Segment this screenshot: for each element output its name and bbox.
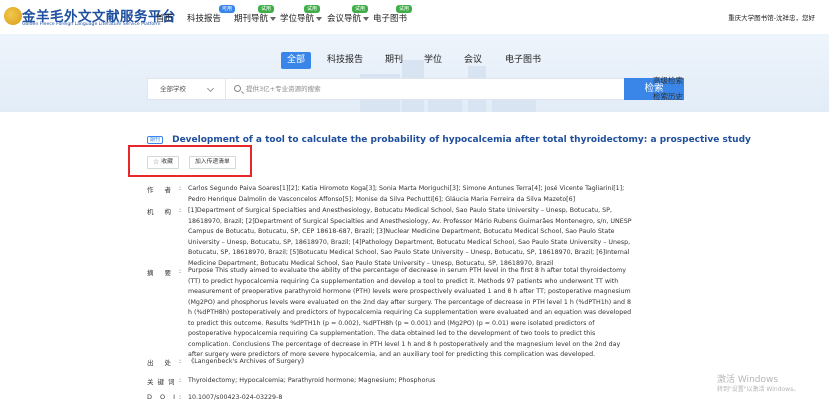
label-colon: : [179, 393, 182, 401]
label-colon: : [179, 206, 182, 214]
scope-value: 全部学校 [160, 85, 186, 93]
add-to-delivery-list-button[interactable]: 加入传递清单 [189, 156, 236, 169]
action-buttons-highlight: ☆ 收藏 加入传递清单 [128, 145, 252, 177]
source-value: 《Langenbeck's Archives of Surgery》 [188, 358, 308, 365]
nav-tech-report[interactable]: 科技报告 [187, 12, 221, 24]
label-colon: : [179, 376, 182, 384]
institutions-label: 机构 [147, 208, 182, 216]
label-colon: : [179, 357, 182, 365]
institutions-value: [1]Department of Surgical Specialties an… [188, 207, 632, 267]
search-banner: 全部 科技报告 期刊 学位 会议 电子图书 全部学校 检索 高级检索 检索历史 [0, 34, 829, 112]
nav-conference-guide[interactable]: 会议导航 [327, 12, 370, 24]
nav-degree-guide[interactable]: 学位导航 [280, 12, 323, 24]
logo-subtitle: Golden Fleece Foreign Language Literatur… [22, 22, 161, 27]
windows-activation-hint: 转到"设置"以激活 Windows。 [717, 386, 800, 393]
golden-fleece-icon [4, 7, 22, 25]
tab-tech-report[interactable]: 科技报告 [321, 52, 369, 69]
search-bar: 全部学校 检索 [147, 78, 684, 100]
nav-label: 会议导航 [327, 14, 362, 24]
authors-value: Carlos Segundo Paiva Soares[1][2]; Katia… [188, 185, 625, 203]
nav-badge-report: 可用 [219, 5, 236, 13]
abstract-value: Purpose This study aimed to evaluate the… [188, 267, 632, 358]
chevron-down-icon [270, 16, 277, 21]
tab-degree[interactable]: 学位 [418, 52, 448, 69]
nav-label: 期刊导航 [234, 14, 269, 24]
authors-label: 作者 [147, 186, 182, 194]
user-greeting[interactable]: 重庆大学图书馆-沈祥忠，您好 [728, 12, 815, 22]
nav-ebooks[interactable]: 电子图书 [373, 12, 407, 24]
article-type-badge: 期刊 [147, 135, 164, 144]
chevron-down-icon [363, 16, 370, 21]
nav-label: 科技报告 [187, 14, 222, 24]
label-colon: : [179, 267, 182, 275]
top-nav-bar: 金羊毛外文文献服务平台 Golden Fleece Foreign Langua… [0, 0, 829, 34]
tab-all[interactable]: 全部 [281, 52, 312, 69]
article-title: Development of a tool to calculate the p… [172, 134, 751, 145]
nav-journal-guide[interactable]: 期刊导航 [234, 12, 277, 24]
tab-ebook[interactable]: 电子图书 [499, 52, 547, 69]
abstract-label: 摘要 [147, 269, 182, 277]
article-title-row: 期刊 Development of a tool to calculate th… [147, 129, 817, 145]
star-icon: ☆ [153, 158, 160, 166]
keywords-label: 关键词 [147, 378, 179, 386]
nav-home[interactable]: 首页 [156, 12, 173, 24]
chevron-down-icon [206, 84, 215, 93]
favorite-label: 收藏 [161, 159, 173, 165]
label-colon: : [179, 184, 182, 192]
doi-value[interactable]: 10.1007/s00423-024-03229-8 [188, 393, 632, 402]
site-logo[interactable]: 金羊毛外文文献服务平台 Golden Fleece Foreign Langua… [4, 4, 176, 30]
search-icon [234, 85, 241, 92]
source-label: 出处 [147, 359, 182, 367]
chevron-down-icon [316, 16, 323, 21]
search-input[interactable] [246, 79, 582, 99]
favorite-button[interactable]: ☆ 收藏 [147, 156, 179, 169]
nav-label: 学位导航 [280, 14, 315, 24]
search-history-link[interactable]: 检索历史 [653, 91, 683, 102]
tab-conference[interactable]: 会议 [458, 52, 488, 69]
keywords-value: Thyroidectomy; Hypocalcemia; Parathyroid… [188, 377, 436, 384]
school-scope-select[interactable]: 全部学校 [148, 79, 226, 99]
tab-journal[interactable]: 期刊 [379, 52, 409, 69]
advanced-search-link[interactable]: 高级检索 [653, 75, 683, 86]
doi-label: DOI [147, 393, 184, 401]
